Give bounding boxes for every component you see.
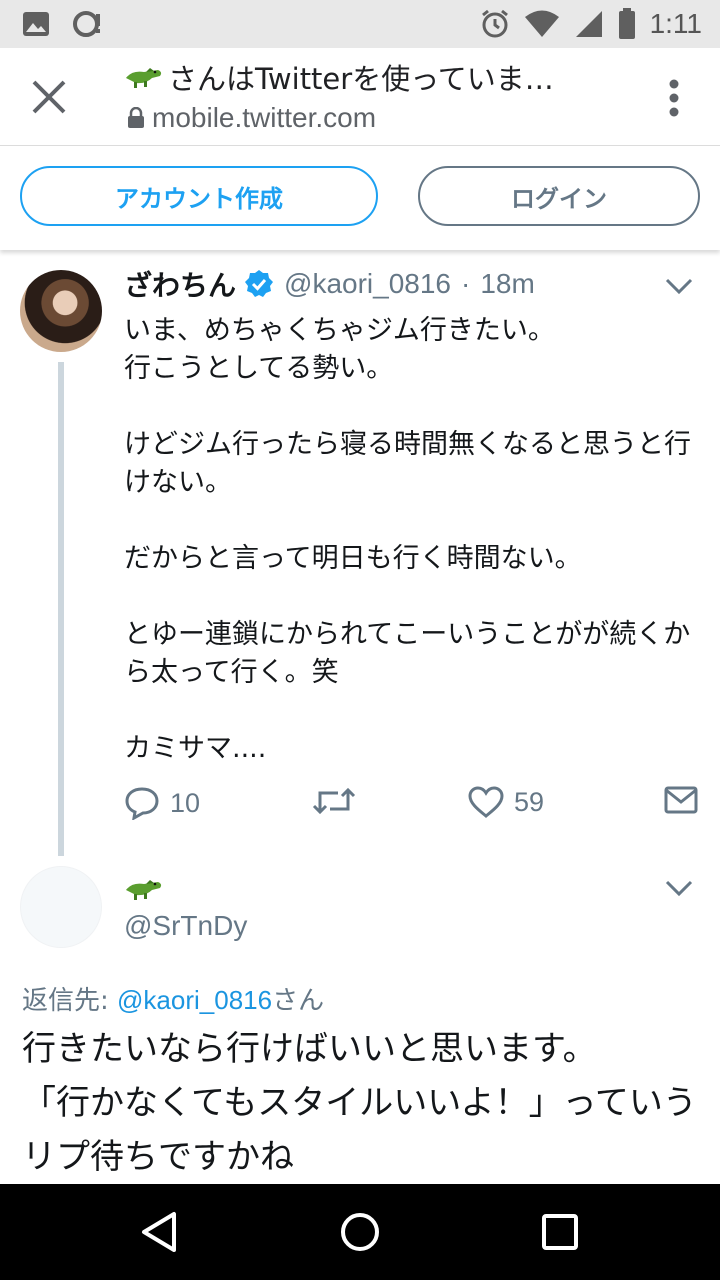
url-text: mobile.twitter.com — [152, 102, 377, 133]
tweet-time[interactable]: 18m — [480, 268, 534, 300]
envelope-icon — [664, 786, 698, 814]
avatar[interactable] — [20, 866, 102, 948]
retweet-button[interactable] — [312, 786, 366, 816]
replying-suffix: さん — [272, 986, 325, 1016]
tweet-handle[interactable]: @kaori_0816 — [284, 268, 451, 300]
page-title: さんはTwitterを使っていま… — [124, 56, 554, 98]
tweet-actions: 10 59 — [124, 786, 700, 826]
display-name[interactable] — [124, 876, 164, 906]
thread-line — [58, 362, 64, 856]
recents-icon[interactable] — [536, 1208, 584, 1256]
reply-icon — [125, 787, 159, 820]
wifi-icon — [524, 10, 559, 37]
status-bar: 1:11 — [0, 0, 720, 48]
tweet-text: いま、めちゃくちゃジム行きたい。 行こうとしてる勢い。 けどジム行ったら寝る時間… — [124, 315, 691, 764]
like-count: 59 — [514, 786, 545, 817]
verified-badge-icon — [245, 270, 274, 297]
sync-icon — [73, 11, 100, 37]
replying-to: 返信先: @kaori_0816さん — [22, 980, 324, 1017]
more-vert-icon[interactable] — [668, 78, 680, 118]
login-button[interactable]: ログイン — [418, 166, 700, 226]
home-icon[interactable] — [336, 1208, 384, 1256]
chevron-down-icon[interactable] — [664, 276, 694, 296]
replying-to-link[interactable]: @kaori_0816 — [117, 985, 272, 1015]
meta-separator: · — [461, 268, 471, 299]
navigation-bar — [0, 1184, 720, 1280]
retweet-icon — [312, 787, 356, 815]
reply-handle[interactable]: @SrTnDy — [124, 910, 247, 942]
image-icon — [23, 12, 49, 36]
clock: 1:11 — [649, 8, 702, 39]
alarm-icon — [481, 9, 508, 38]
back-icon[interactable] — [136, 1208, 184, 1256]
close-icon[interactable] — [30, 78, 68, 116]
lock-icon — [128, 107, 144, 128]
avatar[interactable] — [20, 270, 102, 352]
reply-button[interactable]: 10 — [124, 786, 200, 820]
replying-prefix: 返信先: — [22, 986, 118, 1016]
signal-icon — [575, 11, 602, 37]
battery-icon — [618, 8, 635, 39]
reply-count: 10 — [170, 787, 201, 818]
crocodile-icon — [126, 880, 162, 900]
chevron-down-icon[interactable] — [664, 878, 694, 898]
tweet-header: ざわちん @kaori_0816 · 18m — [124, 264, 535, 304]
reply-text: 行きたいなら行けばいいと思います。 「行かなくてもスタイルいいよ！」っていうリプ… — [22, 1029, 697, 1177]
crocodile-icon — [126, 68, 162, 88]
like-button[interactable]: 59 — [468, 786, 544, 818]
share-button[interactable] — [664, 786, 698, 814]
display-name[interactable]: ざわちん — [124, 264, 236, 304]
page-title-text: さんはTwitterを使っていま… — [168, 62, 554, 96]
url-bar[interactable]: mobile.twitter.com — [128, 102, 376, 134]
browser-toolbar: さんはTwitterを使っていま… mobile.twitter.com — [0, 48, 720, 146]
heart-icon — [468, 786, 504, 818]
signup-button[interactable]: アカウント作成 — [20, 166, 378, 226]
auth-bar: アカウント作成 ログイン — [0, 146, 720, 250]
